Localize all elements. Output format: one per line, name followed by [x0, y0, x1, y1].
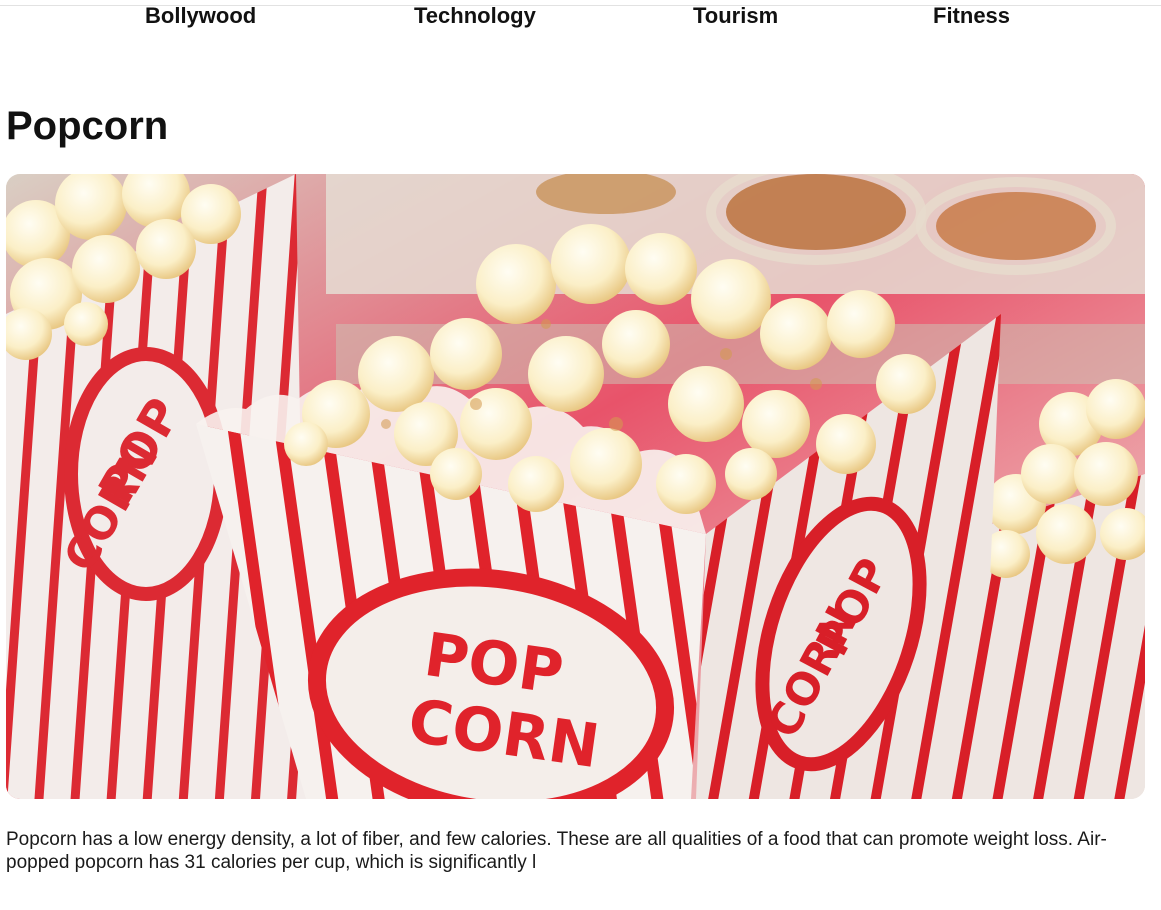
nav-item-fitness[interactable]: Fitness — [933, 3, 1010, 29]
popcorn-illustration: POP CORN POP CORN POP CORN — [6, 174, 1145, 799]
nav-item-tourism[interactable]: Tourism — [693, 3, 778, 29]
article-title: Popcorn — [6, 104, 169, 148]
nav-item-technology[interactable]: Technology — [414, 3, 536, 29]
article-image: POP CORN POP CORN POP CORN — [6, 174, 1145, 799]
nav-item-bollywood[interactable]: Bollywood — [145, 3, 256, 29]
article-body: Popcorn has a low energy density, a lot … — [6, 829, 1107, 873]
top-nav: Bollywood Technology Tourism Fitness — [0, 0, 1161, 32]
